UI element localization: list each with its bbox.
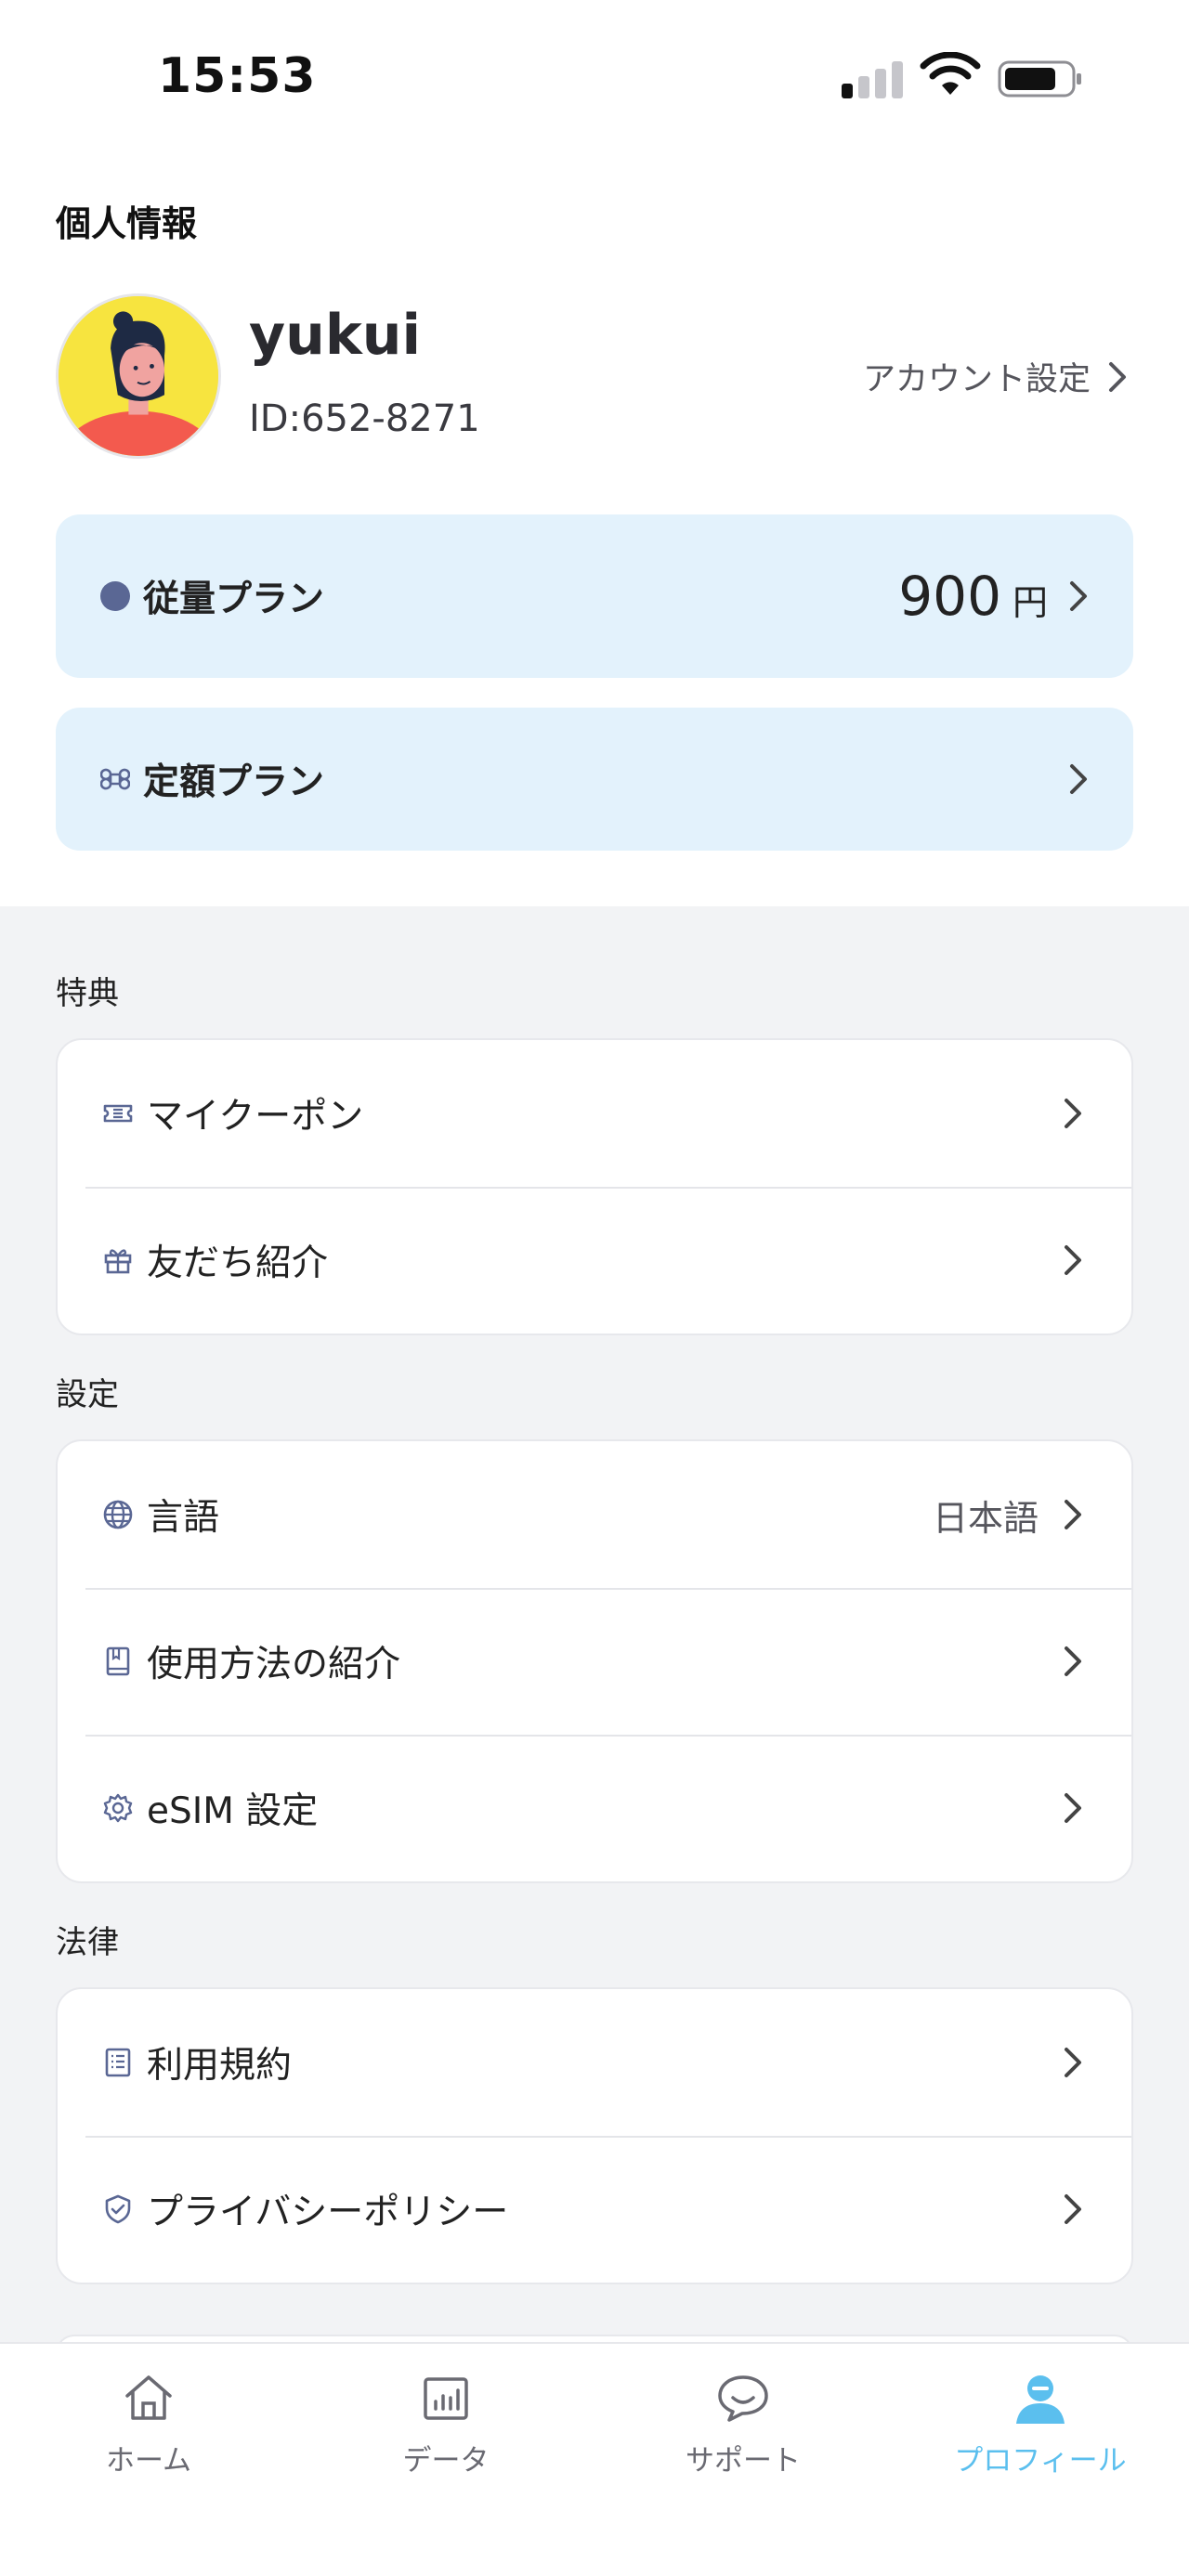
fixed-plan-card[interactable]: 定額プラン: [56, 708, 1133, 851]
list-item-terms-of-use[interactable]: 利用規約: [58, 1989, 1131, 2136]
chevron-right-icon: [1065, 2194, 1081, 2224]
legal-section-title: 法律: [56, 1924, 119, 1961]
section-title-personal-info: 個人情報: [56, 203, 198, 244]
list-item-label: 友だち紹介: [147, 1242, 329, 1284]
bottom-tab-bar: ホーム データ サポート プロフィール: [0, 2342, 1189, 2576]
chevron-right-icon: [1109, 361, 1126, 392]
tab-label: プロフィール: [954, 2444, 1127, 2478]
list-item-friend-referral[interactable]: 友だち紹介: [58, 1187, 1131, 1334]
list-item-privacy-policy[interactable]: プライバシーポリシー: [58, 2136, 1131, 2283]
plan-amount-value: 900: [898, 565, 1001, 628]
book-icon: [106, 1646, 130, 1676]
list-item-label: 言語: [147, 1497, 220, 1539]
chat-bubble-icon: [718, 2375, 768, 2422]
tab-label: データ: [402, 2444, 490, 2478]
command-icon: [100, 768, 130, 790]
person-icon: [1016, 2375, 1065, 2424]
battery-icon: [998, 60, 1081, 98]
list-item-esim-settings[interactable]: eSIM 設定: [58, 1735, 1131, 1881]
chevron-right-icon: [1065, 1793, 1081, 1823]
profile-screen: 15:53 個人情報 yukui ID:652-8271 アカウント設定 従量プ…: [0, 0, 1189, 2576]
account-settings-label: アカウント設定: [862, 361, 1091, 398]
legal-card: 利用規約 プライバシーポリシー: [56, 1987, 1133, 2284]
username: yukui: [249, 303, 422, 368]
document-list-icon: [105, 2048, 131, 2077]
tab-label: サポート: [686, 2444, 801, 2478]
fixed-plan-label: 定額プラン: [143, 761, 325, 803]
cellular-signal-icon: [842, 61, 903, 98]
plan-amount-unit: 円: [1012, 582, 1048, 623]
shield-check-icon: [105, 2194, 131, 2224]
language-value: 日本語: [932, 1497, 1039, 1539]
list-item-language[interactable]: 言語 日本語: [58, 1441, 1131, 1588]
home-icon: [125, 2375, 172, 2420]
chevron-right-icon: [1065, 1245, 1081, 1275]
account-settings-link[interactable]: アカウント設定: [863, 353, 1128, 400]
metered-plan-label: 従量プラン: [143, 579, 325, 620]
gear-icon: [103, 1793, 133, 1823]
tab-data[interactable]: データ: [344, 2370, 548, 2478]
chevron-right-icon: [1070, 764, 1087, 794]
list-item-label: 利用規約: [147, 2045, 293, 2087]
list-item-label: プライバシーポリシー: [147, 2192, 509, 2233]
list-item-label: 使用方法の紹介: [147, 1644, 401, 1685]
avatar[interactable]: [56, 293, 221, 459]
tab-profile[interactable]: プロフィール: [938, 2370, 1143, 2478]
settings-section-title: 設定: [56, 1376, 119, 1413]
chevron-right-icon: [1065, 1500, 1081, 1529]
tab-label: ホーム: [105, 2444, 192, 2478]
list-item-my-coupon[interactable]: マイクーポン: [58, 1040, 1131, 1187]
chevron-right-icon: [1065, 1646, 1081, 1676]
list-item-label: マイクーポン: [147, 1096, 364, 1138]
globe-icon: [103, 1500, 133, 1529]
user-id: ID:652-8271: [249, 397, 480, 440]
tab-home[interactable]: ホーム: [46, 2370, 251, 2478]
wifi-icon: [920, 52, 981, 95]
ticket-icon: [103, 1104, 133, 1123]
chevron-right-icon: [1065, 1099, 1081, 1128]
metered-plan-amount: 900 円: [898, 565, 1048, 628]
benefits-section-title: 特典: [56, 975, 119, 1012]
tab-support[interactable]: サポート: [641, 2370, 845, 2478]
list-item-how-to-use[interactable]: 使用方法の紹介: [58, 1588, 1131, 1735]
settings-card: 言語 日本語 使用方法の紹介 eSIM 設定: [56, 1439, 1133, 1883]
plan-dot-icon: [100, 581, 130, 611]
chevron-right-icon: [1065, 2048, 1081, 2077]
status-time: 15:53: [158, 48, 317, 104]
gift-icon: [104, 1249, 132, 1274]
benefits-card: マイクーポン 友だち紹介: [56, 1038, 1133, 1335]
metered-plan-card[interactable]: 従量プラン 900 円: [56, 514, 1133, 678]
list-item-label: eSIM 設定: [147, 1790, 319, 1832]
avatar-illustration: [59, 296, 218, 456]
chart-icon: [424, 2377, 468, 2420]
chevron-right-icon: [1070, 581, 1087, 611]
